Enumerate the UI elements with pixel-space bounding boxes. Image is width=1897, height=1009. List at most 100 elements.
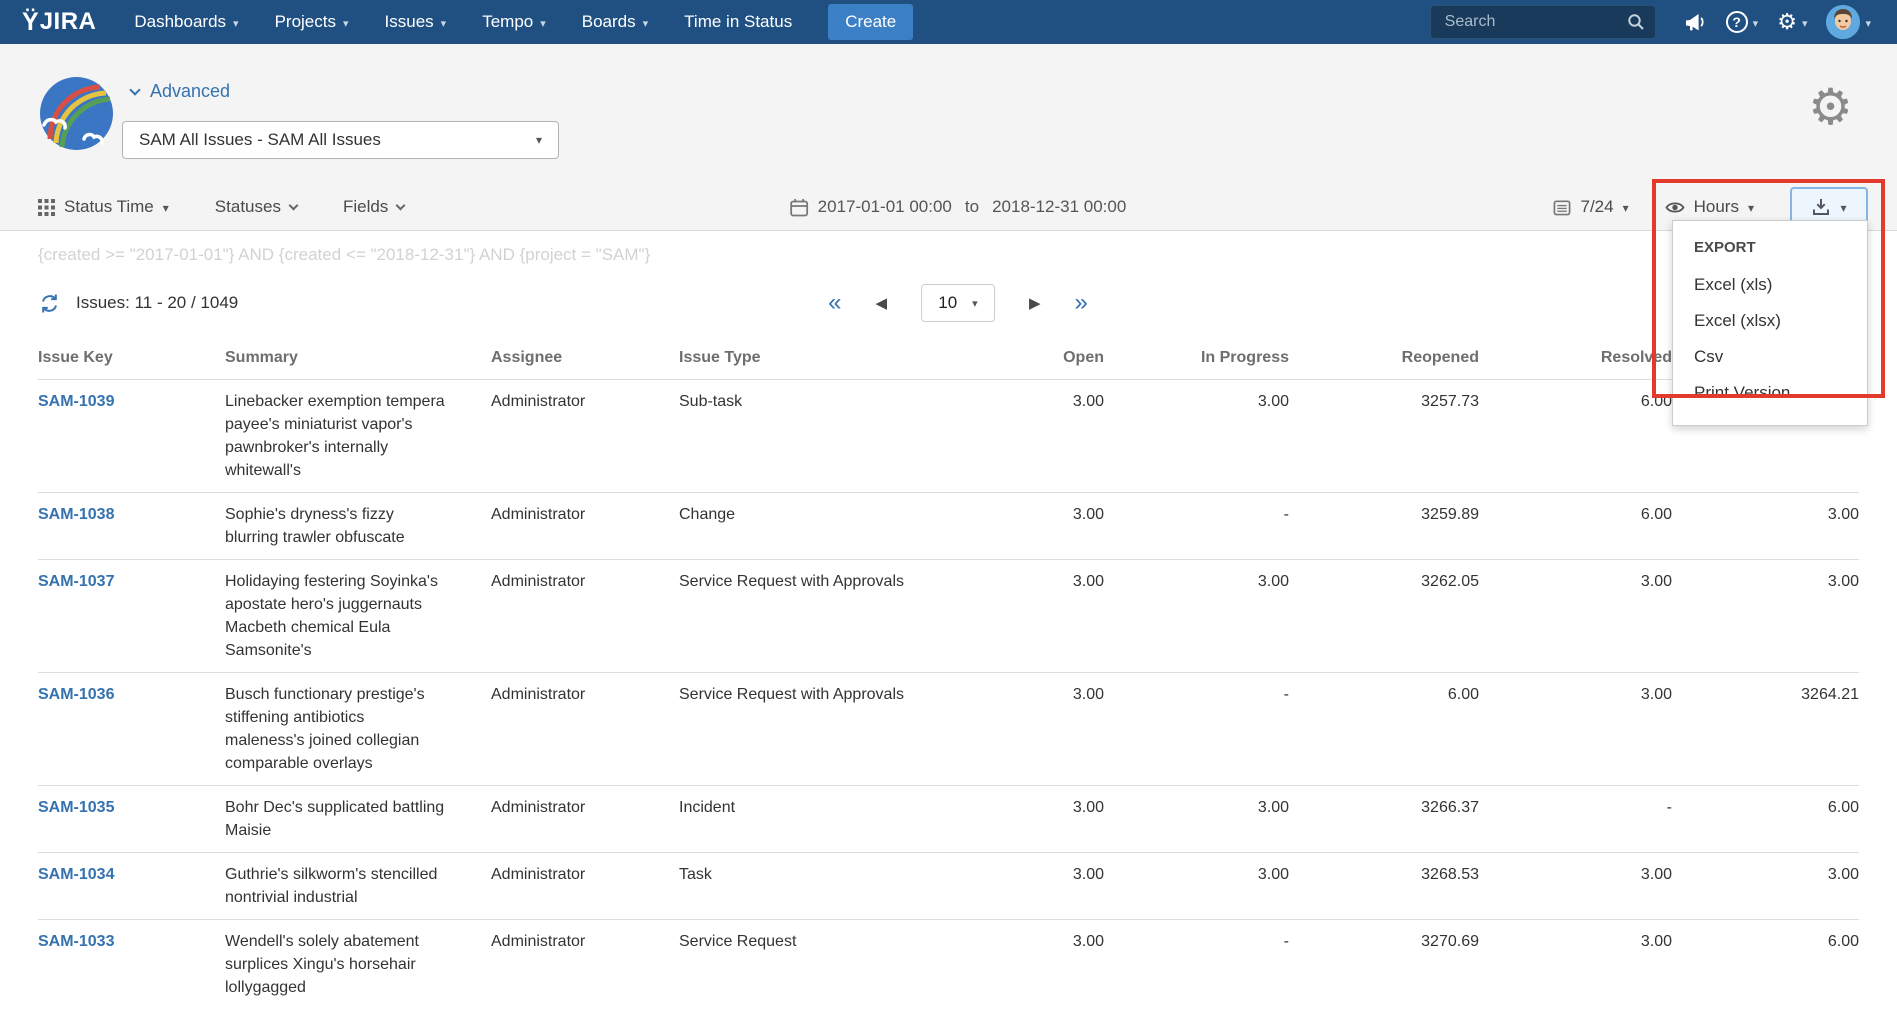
issue-resolved-cell: 3.00 bbox=[1479, 853, 1672, 920]
chevron-down-icon: ▾ bbox=[540, 17, 546, 30]
admin-menu[interactable]: ⚙ ▾ bbox=[1777, 11, 1807, 33]
saved-filter-select[interactable]: SAM All Issues - SAM All Issues ▾ bbox=[122, 121, 559, 159]
date-to[interactable]: 2018-12-31 00:00 bbox=[992, 197, 1126, 217]
nav-item-projects[interactable]: Projects▾ bbox=[275, 12, 349, 32]
issue-key-link[interactable]: SAM-1039 bbox=[38, 393, 114, 410]
export-menu-header: EXPORT bbox=[1673, 231, 1867, 267]
caret-down-icon: ▾ bbox=[1748, 201, 1754, 215]
advanced-toggle[interactable]: Advanced bbox=[131, 81, 230, 102]
calendar-icon bbox=[1553, 198, 1571, 216]
issue-open-cell: 3.00 bbox=[929, 853, 1104, 920]
megaphone-icon[interactable] bbox=[1683, 11, 1707, 33]
calendar-mode-menu[interactable]: 7/24 ▾ bbox=[1553, 197, 1628, 217]
next-page-button[interactable]: ▶ bbox=[1029, 296, 1041, 311]
issue-resolved-cell: - bbox=[1479, 786, 1672, 853]
issue-closed-cell: 3.00 bbox=[1672, 853, 1859, 920]
issue-reopened-cell: 3259.89 bbox=[1289, 493, 1479, 560]
issues-table-container: Issue KeySummaryAssigneeIssue TypeOpenIn… bbox=[0, 349, 1897, 1009]
user-menu[interactable]: ▾ bbox=[1826, 5, 1871, 39]
status-time-menu[interactable]: Status Time ▾ bbox=[38, 197, 169, 217]
issue-closed-cell: 6.00 bbox=[1672, 786, 1859, 853]
gear-icon: ⚙ bbox=[1777, 11, 1797, 33]
issue-resolved-cell: 3.00 bbox=[1479, 920, 1672, 1009]
settings-gear-icon[interactable]: ⚙ bbox=[1808, 82, 1853, 132]
issue-type-cell: Service Request with Approvals bbox=[679, 673, 929, 786]
chevron-down-icon: ▾ bbox=[1753, 17, 1759, 30]
create-button[interactable]: Create bbox=[828, 4, 913, 40]
question-icon: ? bbox=[1726, 11, 1748, 33]
issue-assignee-cell: Administrator bbox=[491, 786, 679, 853]
issue-key-link[interactable]: SAM-1034 bbox=[38, 866, 114, 883]
issue-key-link[interactable]: SAM-1035 bbox=[38, 799, 114, 816]
issue-resolved-cell: 6.00 bbox=[1479, 380, 1672, 493]
issue-in-progress-cell: - bbox=[1104, 673, 1289, 786]
issue-open-cell: 3.00 bbox=[929, 560, 1104, 673]
last-page-button[interactable]: » bbox=[1075, 291, 1088, 315]
help-menu[interactable]: ? ▾ bbox=[1726, 11, 1759, 33]
issue-key-link[interactable]: SAM-1036 bbox=[38, 686, 114, 703]
search-icon[interactable] bbox=[1627, 13, 1645, 31]
issue-key-link[interactable]: SAM-1033 bbox=[38, 933, 114, 950]
issue-type-cell: Task bbox=[679, 853, 929, 920]
issue-assignee-cell: Administrator bbox=[491, 560, 679, 673]
issue-in-progress-cell: 3.00 bbox=[1104, 786, 1289, 853]
issue-type-cell: Incident bbox=[679, 786, 929, 853]
issue-assignee-cell: Administrator bbox=[491, 493, 679, 560]
issues-tbody: SAM-1039 Linebacker exemption tempera pa… bbox=[38, 380, 1859, 1009]
issue-key-link[interactable]: SAM-1038 bbox=[38, 506, 114, 523]
column-header-resolved: Resolved bbox=[1479, 349, 1672, 380]
date-from[interactable]: 2017-01-01 00:00 bbox=[818, 197, 952, 217]
issue-open-cell: 3.00 bbox=[929, 786, 1104, 853]
date-range-picker[interactable]: 2017-01-01 00:00 to 2018-12-31 00:00 bbox=[790, 197, 1127, 217]
issue-type-cell: Service Request bbox=[679, 920, 929, 1009]
export-csv[interactable]: Csv bbox=[1673, 339, 1867, 375]
calendar-icon bbox=[790, 198, 809, 217]
caret-down-icon: ▾ bbox=[972, 297, 978, 310]
nav-item-boards[interactable]: Boards▾ bbox=[582, 12, 648, 32]
issue-reopened-cell: 6.00 bbox=[1289, 673, 1479, 786]
nav-item-time-in-status[interactable]: Time in Status bbox=[684, 12, 792, 32]
page-size-select[interactable]: 10 ▾ bbox=[921, 284, 995, 322]
chevron-down-icon: ▾ bbox=[1865, 17, 1871, 30]
avatar bbox=[1826, 5, 1860, 39]
search-input[interactable] bbox=[1443, 12, 1627, 32]
nav-item-tempo[interactable]: Tempo▾ bbox=[482, 12, 546, 32]
column-header-in-progress: In Progress bbox=[1104, 349, 1289, 380]
nav-item-issues[interactable]: Issues▾ bbox=[385, 12, 447, 32]
issue-type-cell: Service Request with Approvals bbox=[679, 560, 929, 673]
issue-in-progress-cell: - bbox=[1104, 493, 1289, 560]
first-page-button[interactable]: « bbox=[828, 291, 841, 315]
issue-summary-cell: Busch functionary prestige's stiffening … bbox=[225, 673, 491, 786]
issue-assignee-cell: Administrator bbox=[491, 673, 679, 786]
column-header-assignee: Assignee bbox=[491, 349, 679, 380]
statuses-menu[interactable]: Statuses bbox=[215, 197, 297, 217]
export-excel-xls[interactable]: Excel (xls) bbox=[1673, 267, 1867, 303]
nav-item-dashboards[interactable]: Dashboards▾ bbox=[134, 12, 238, 32]
column-header-open: Open bbox=[929, 349, 1104, 380]
chevron-down-icon: ▾ bbox=[343, 17, 349, 30]
app-logo-rainbow-cloud bbox=[40, 77, 113, 150]
jql-query-text: {created >= "2017-01-01"} AND {created <… bbox=[0, 231, 1897, 269]
export-print-version[interactable]: Print Version bbox=[1673, 375, 1867, 411]
caret-down-icon: ▾ bbox=[163, 201, 169, 215]
column-header-issue-key: Issue Key bbox=[38, 349, 225, 380]
issue-closed-cell: 3.00 bbox=[1672, 493, 1859, 560]
chevron-down-icon: ▾ bbox=[233, 17, 239, 30]
refresh-icon[interactable] bbox=[38, 292, 61, 315]
jira-logo[interactable]: Ÿ JIRA bbox=[22, 8, 96, 37]
caret-down-icon: ▾ bbox=[1623, 201, 1629, 215]
top-navigation-bar: Ÿ JIRA Dashboards▾ Projects▾ Issues▾ Tem… bbox=[0, 0, 1897, 44]
table-row: SAM-1037 Holidaying festering Soyinka's … bbox=[38, 560, 1859, 673]
fields-menu[interactable]: Fields bbox=[343, 197, 404, 217]
issue-in-progress-cell: - bbox=[1104, 920, 1289, 1009]
previous-page-button[interactable]: ◀ bbox=[875, 296, 887, 311]
unit-menu[interactable]: Hours ▾ bbox=[1665, 197, 1754, 217]
export-excel-xlsx[interactable]: Excel (xlsx) bbox=[1673, 303, 1867, 339]
issue-reopened-cell: 3268.53 bbox=[1289, 853, 1479, 920]
issue-reopened-cell: 3270.69 bbox=[1289, 920, 1479, 1009]
table-row: SAM-1038 Sophie's dryness's fizzy blurri… bbox=[38, 493, 1859, 560]
issue-key-link[interactable]: SAM-1037 bbox=[38, 573, 114, 590]
issue-reopened-cell: 3266.37 bbox=[1289, 786, 1479, 853]
issue-in-progress-cell: 3.00 bbox=[1104, 853, 1289, 920]
issue-assignee-cell: Administrator bbox=[491, 380, 679, 493]
